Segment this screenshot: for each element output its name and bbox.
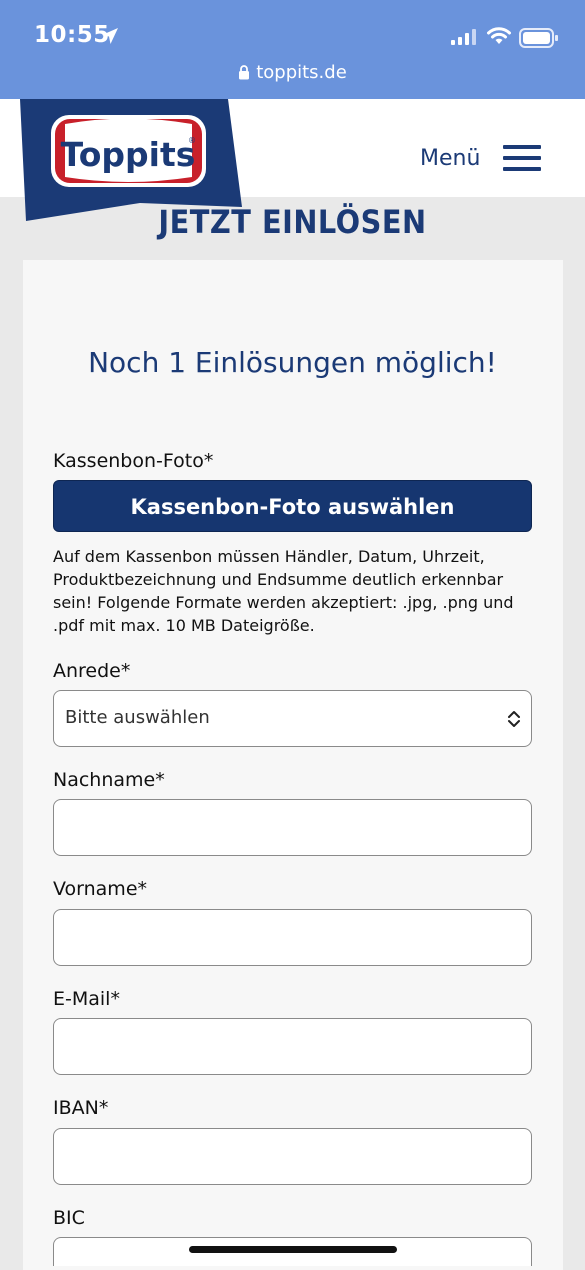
- battery-icon: [519, 28, 558, 48]
- bic-label: BIC: [53, 1207, 85, 1229]
- menu-label[interactable]: Menü: [420, 146, 480, 171]
- receipt-photo-label: Kassenbon-Foto*: [53, 450, 214, 472]
- url-text: toppits.de: [256, 62, 347, 83]
- home-indicator[interactable]: [189, 1246, 397, 1253]
- wifi-icon: [487, 27, 511, 44]
- cellular-signal-icon: [451, 29, 476, 45]
- status-bar: [0, 0, 585, 99]
- salutation-label: Anrede*: [53, 660, 131, 682]
- select-receipt-photo-button[interactable]: Kassenbon-Foto auswählen: [53, 480, 532, 532]
- lastname-label: Nachname*: [53, 769, 165, 791]
- firstname-input[interactable]: [53, 909, 532, 966]
- email-input[interactable]: [53, 1018, 532, 1075]
- svg-text:®: ®: [188, 136, 196, 145]
- location-arrow-icon: [102, 28, 118, 44]
- toppits-logo[interactable]: Toppits ®: [20, 99, 242, 221]
- salutation-select[interactable]: Bitte auswählen: [53, 690, 532, 747]
- iban-input[interactable]: [53, 1128, 532, 1185]
- hamburger-menu-icon[interactable]: [503, 145, 541, 172]
- remaining-redemptions: Noch 1 Einlösungen möglich!: [88, 346, 497, 379]
- svg-text:Toppits: Toppits: [61, 135, 196, 174]
- email-label: E-Mail*: [53, 988, 120, 1010]
- firstname-label: Vorname*: [53, 878, 148, 900]
- receipt-hint-text: Auf dem Kassenbon müssen Händler, Datum,…: [53, 547, 514, 635]
- iban-label: IBAN*: [53, 1097, 109, 1119]
- status-time: 10:55: [34, 22, 110, 48]
- select-updown-chevron-icon: [508, 711, 520, 727]
- lastname-input[interactable]: [53, 799, 532, 856]
- salutation-select-value: Bitte auswählen: [65, 707, 210, 728]
- url-bar[interactable]: toppits.de: [0, 62, 585, 83]
- lock-icon: [239, 65, 250, 80]
